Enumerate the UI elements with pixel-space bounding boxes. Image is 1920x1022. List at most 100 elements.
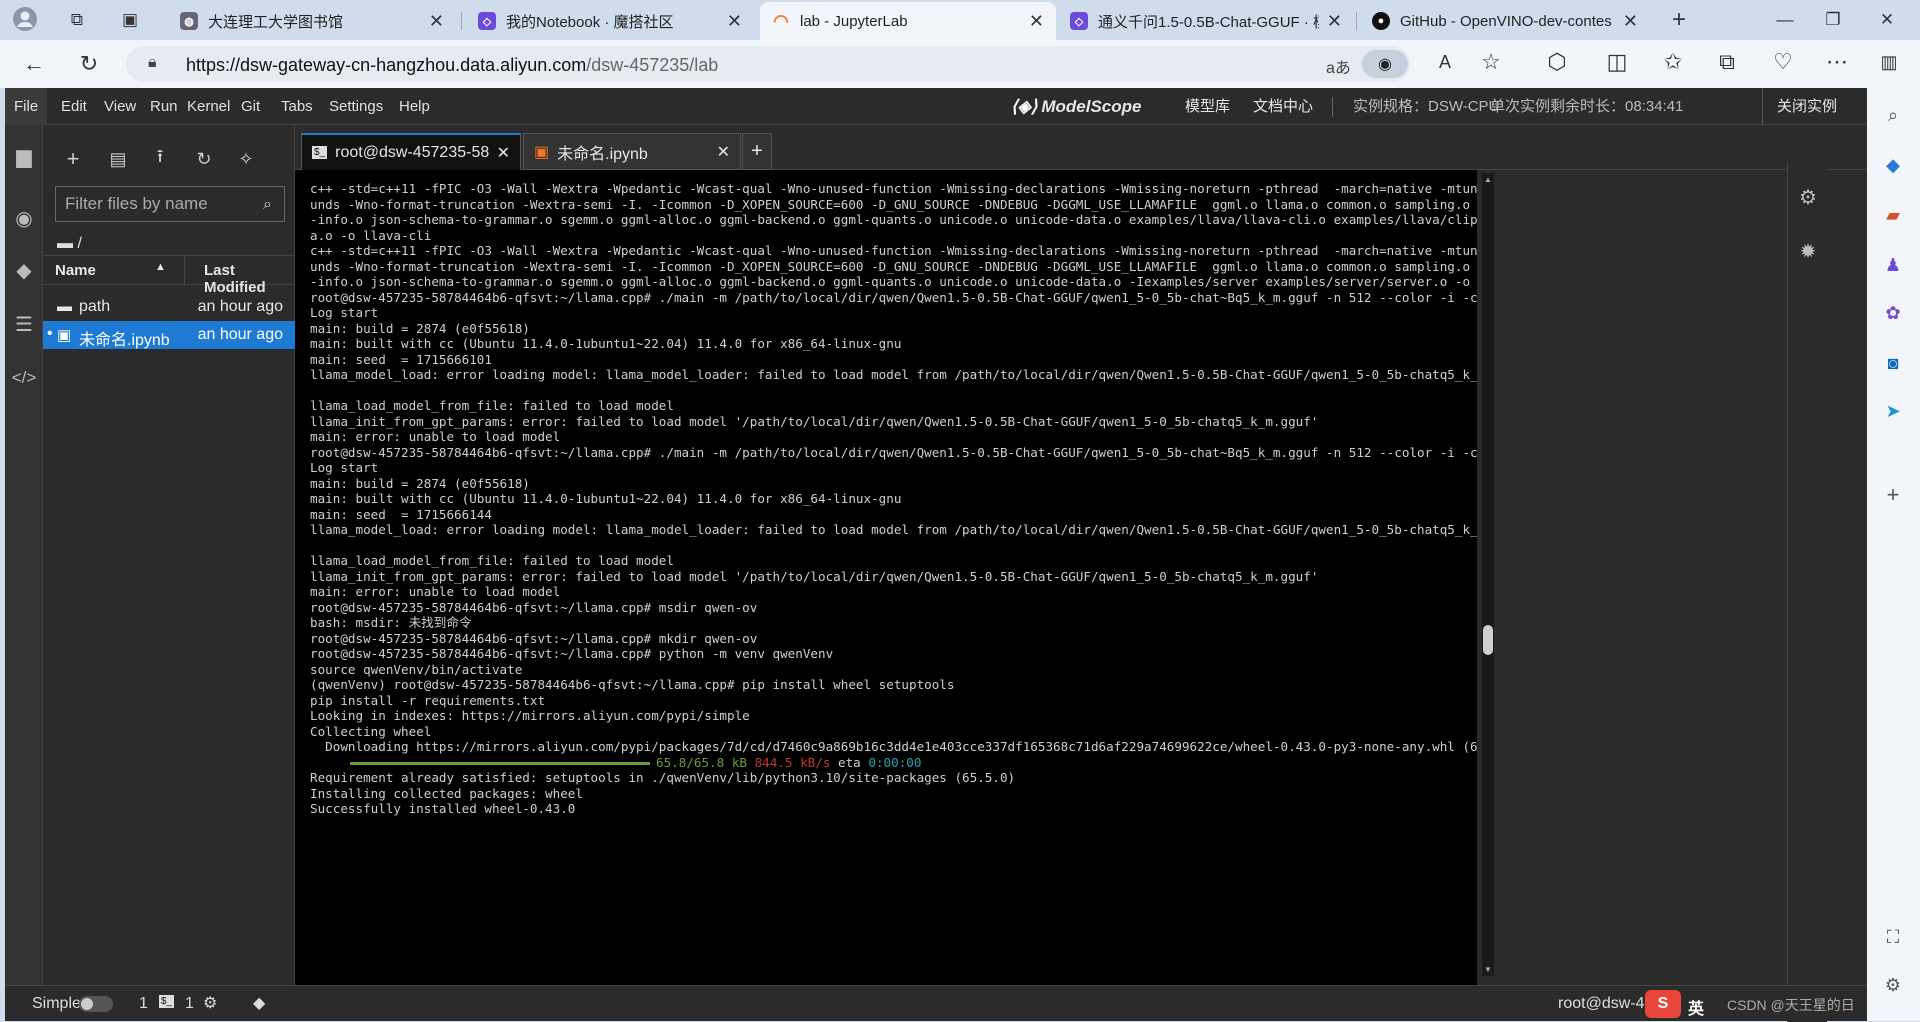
modelscope-logo[interactable]: ⟨◈⟩ ModelScope (1011, 88, 1141, 125)
simple-mode-toggle[interactable] (79, 996, 113, 1012)
debugger-icon[interactable]: ✹ (1793, 236, 1823, 266)
browser-tab-jupyterlab[interactable]: ◠ lab - JupyterLab ✕ (760, 2, 1056, 40)
close-instance-button[interactable]: 关闭实例 (1777, 88, 1837, 125)
property-inspector-icon[interactable]: ⚙ (1793, 182, 1823, 212)
browser-essentials-icon[interactable]: ♡ (1766, 46, 1800, 78)
git-clone-icon[interactable]: ✧ (232, 145, 260, 173)
favorites-icon[interactable]: ✩ (1656, 46, 1690, 78)
new-tab-icon[interactable]: + (1664, 6, 1694, 34)
column-name[interactable]: Name (55, 262, 96, 279)
browser-tab-qwen[interactable]: ◇ 通义千问1.5-0.5B-Chat-GGUF · 模 ✕ (1058, 2, 1354, 40)
read-aloud-a-icon[interactable]: A (1428, 46, 1462, 78)
code-snippets-icon[interactable]: </> (9, 363, 39, 393)
globe-icon: ◍ (180, 12, 198, 30)
kernel-count[interactable]: 1 (139, 995, 148, 1013)
close-tab-icon[interactable]: ✕ (429, 11, 444, 32)
terminal-line: Collecting wheel (310, 723, 432, 739)
browser-tab-notebook[interactable]: ◇ 我的Notebook · 魔搭社区 ✕ (466, 2, 754, 40)
terminal-scrollbar[interactable]: ▲ ▼ (1482, 173, 1494, 976)
profile-avatar-icon[interactable] (10, 5, 40, 33)
menu-file[interactable]: File (5, 88, 48, 125)
send-icon[interactable]: ➤ (1880, 398, 1906, 424)
terminal-line: unds -Wno-format-truncation -Wextra-semi… (310, 196, 1471, 212)
browser-tab-github[interactable]: ● GitHub - OpenVINO-dev-contes ✕ (1360, 2, 1650, 40)
close-window-icon[interactable]: ✕ (1872, 6, 1902, 34)
close-tab-icon[interactable]: ✕ (489, 143, 510, 163)
screenshot-icon[interactable]: ⛶ (1880, 924, 1906, 950)
tracking-prevention-icon[interactable]: ◉ (1362, 50, 1408, 78)
refresh-files-icon[interactable]: ↻ (190, 145, 218, 173)
menu-help[interactable]: Help (390, 88, 439, 125)
collections-toolbar-icon[interactable]: ⧉ (1710, 46, 1744, 78)
file-list-header: Name ▲ Last Modified (43, 255, 295, 296)
close-tab-icon[interactable]: ✕ (709, 142, 730, 162)
new-tab-button[interactable]: + (742, 133, 772, 170)
menu-git[interactable]: Git (232, 88, 269, 125)
file-row-path[interactable]: ▬ path an hour ago (43, 293, 295, 321)
terminal-line: a.o -o llava-cli (310, 227, 432, 243)
menu-view[interactable]: View (95, 88, 145, 125)
menu-settings[interactable]: Settings (320, 88, 392, 125)
close-tab-icon[interactable]: ✕ (1327, 11, 1342, 32)
terminal-count[interactable]: 1 (185, 995, 194, 1013)
close-tab-icon[interactable]: ✕ (1029, 11, 1044, 32)
terminal-output[interactable]: c++ -std=c++11 -fPIC -O3 -Wall -Wextra -… (295, 170, 1477, 985)
settings-icon[interactable]: ⚙ (1880, 972, 1906, 998)
back-icon[interactable]: ← (17, 48, 51, 80)
terminal-line: root@dsw-457235-58784464b6-qfsvt:~/llama… (310, 289, 1477, 305)
tab-notebook[interactable]: ▣ 未命名.ipynb ✕ (523, 133, 741, 170)
new-launcher-icon[interactable]: + (59, 145, 87, 173)
refresh-icon[interactable]: ↻ (72, 48, 106, 80)
copilot-icon[interactable]: ✿ (1880, 300, 1906, 326)
restore-icon[interactable]: ❐ (1818, 6, 1848, 34)
terminal-line: c++ -std=c++11 -fPIC -O3 -Wall -Wextra -… (310, 181, 1477, 196)
minimize-icon[interactable]: — (1770, 6, 1800, 34)
collections-icon[interactable]: ⧉ (62, 6, 92, 34)
people-icon[interactable]: ♟ (1880, 252, 1906, 278)
scroll-up-icon[interactable]: ▲ (1484, 175, 1492, 184)
shopping-icon[interactable]: ▰ (1880, 202, 1906, 228)
menu-tabs[interactable]: Tabs (272, 88, 322, 125)
favorite-star-icon[interactable]: ☆ (1474, 46, 1508, 78)
vertical-tabs-icon[interactable]: ▣ (115, 6, 145, 34)
address-bar[interactable]: 🔒︎ https://dsw-gateway-cn-hangzhou.data.… (126, 46, 1410, 82)
running-sessions-icon[interactable]: ◉ (9, 203, 39, 233)
outlook-icon[interactable]: ◙ (1880, 350, 1906, 376)
input-method-icon[interactable]: S (1645, 990, 1681, 1018)
search-icon[interactable]: ⌕ (1880, 102, 1906, 128)
table-of-contents-icon[interactable]: ☰ (9, 309, 39, 339)
file-browser-icon[interactable]: ▆ (9, 141, 39, 171)
add-sidebar-app-icon[interactable]: + (1880, 482, 1906, 508)
docs-center-link[interactable]: 文档中心 (1253, 88, 1313, 125)
browser-tab-library[interactable]: ◍ 大连理工大学图书馆 ✕ (168, 2, 456, 40)
tag-icon[interactable]: ◆ (1880, 152, 1906, 178)
scroll-down-icon[interactable]: ▼ (1484, 965, 1492, 974)
kernel-status-icon[interactable]: ⚙ (203, 993, 217, 1013)
model-library-link[interactable]: 模型库 (1185, 88, 1230, 125)
close-tab-icon[interactable]: ✕ (727, 11, 742, 32)
git-branch-icon[interactable]: ◆ (253, 993, 265, 1013)
new-folder-icon[interactable]: ▤ (104, 145, 132, 173)
tab-terminal[interactable]: $_ root@dsw-457235-5878446 ✕ (301, 133, 521, 170)
upload-icon[interactable]: ⭱ (146, 145, 174, 173)
ime-language[interactable]: 英 (1688, 995, 1704, 1019)
sidebar-toggle-icon[interactable]: ▥ (1872, 46, 1906, 78)
menu-kernel[interactable]: Kernel (178, 88, 239, 125)
more-menu-icon[interactable]: ⋯ (1820, 46, 1854, 78)
extensions-icon[interactable]: ⬡ (1540, 46, 1574, 78)
git-icon[interactable]: ◆ (9, 255, 39, 285)
file-row-notebook[interactable]: • ▣ 未命名.ipynb an hour ago (43, 321, 295, 349)
menu-edit[interactable]: Edit (52, 88, 96, 125)
split-screen-icon[interactable]: ◫ (1600, 46, 1634, 78)
scrollbar-thumb[interactable] (1483, 625, 1493, 655)
filter-files-input[interactable]: Filter files by name (55, 186, 285, 222)
download-progress-line: 65.8/65.8 kB 844.5 kB/s eta 0:00:00 (310, 755, 1465, 771)
terminal-line: llama_model_load: error loading model: l… (310, 367, 1477, 382)
terminal-line: root@dsw-457235-58784464b6-qfsvt:~/llama… (310, 646, 834, 661)
url-text[interactable]: https://dsw-gateway-cn-hangzhou.data.ali… (186, 55, 718, 76)
column-last-modified[interactable]: Last Modified (204, 262, 295, 296)
close-tab-icon[interactable]: ✕ (1623, 11, 1638, 32)
read-aloud-icon[interactable]: aあ (1326, 54, 1351, 78)
breadcrumb[interactable]: ▬ / (57, 235, 82, 253)
address-toolbar: ← ↻ 🔒︎ https://dsw-gateway-cn-hangzhou.d… (0, 40, 1920, 88)
